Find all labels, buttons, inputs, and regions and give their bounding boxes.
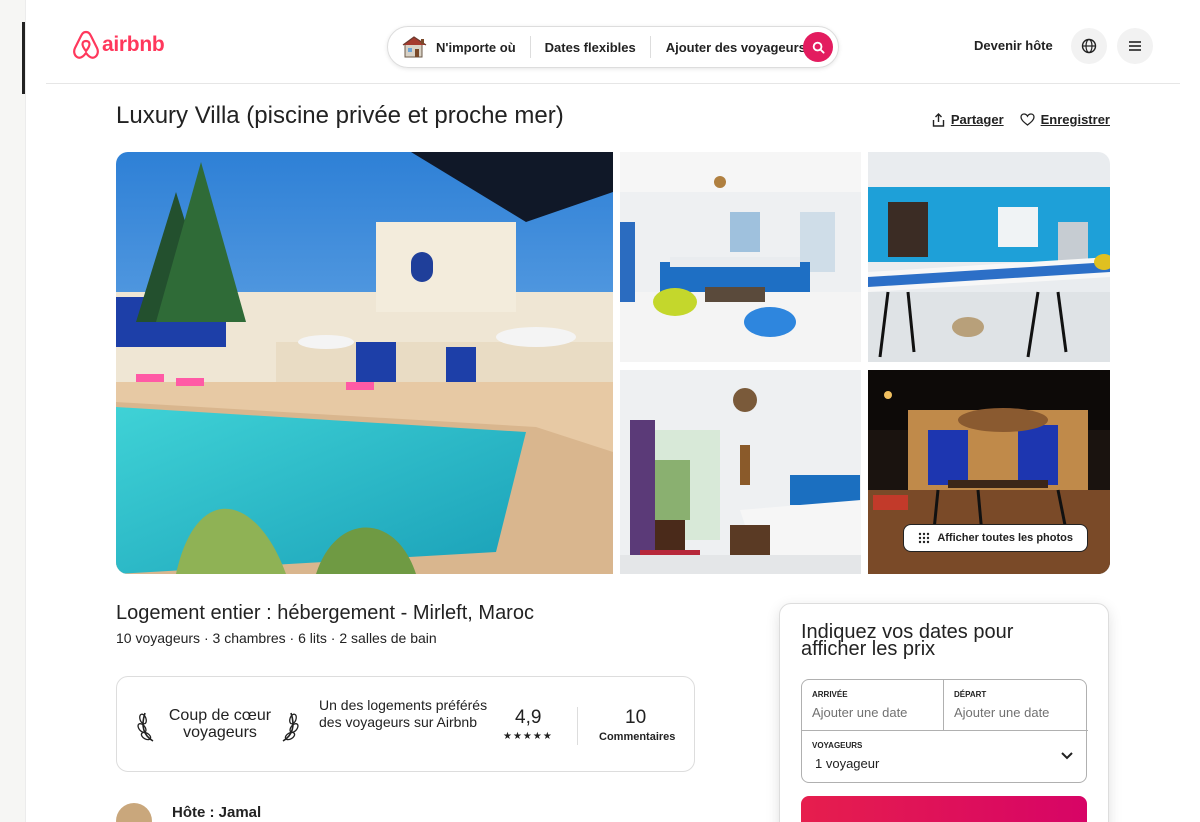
reviews-label: Commentaires [599, 731, 676, 743]
menu-icon [1129, 41, 1141, 51]
search-when-label: Dates flexibles [544, 39, 636, 55]
booking-date-picker: ARRIVÉE Ajouter une date DÉPART Ajouter … [801, 679, 1088, 784]
airbnb-logo[interactable]: airbnb [72, 30, 165, 60]
show-all-photos-label: Afficher toutes les photos [937, 532, 1073, 544]
listing-actions: Partager Enregistrer [932, 112, 1110, 127]
host-label: Hôte : Jamal [172, 804, 262, 821]
photo-living-room[interactable] [620, 152, 861, 362]
window-left-edge [0, 0, 26, 822]
booking-card: Indiquez vos dates pour afficher les pri… [779, 603, 1109, 822]
share-icon [932, 112, 945, 127]
photo-kitchen[interactable] [868, 152, 1110, 362]
save-label: Enregistrer [1040, 112, 1110, 127]
search-who[interactable]: Ajouter des voyageurs [651, 27, 806, 67]
checkout-field[interactable]: DÉPART Ajouter une date [944, 680, 1088, 730]
search-bar[interactable]: N'importe où Dates flexibles Ajouter des… [387, 26, 839, 68]
listing-title: Luxury Villa (piscine privée et proche m… [116, 102, 564, 129]
detail-bedrooms: 3 chambres [200, 630, 286, 646]
chevron-down-icon [1061, 752, 1073, 760]
become-host-link[interactable]: Devenir hôte [974, 38, 1053, 53]
main-menu-button[interactable] [1117, 28, 1153, 64]
search-who-label: Ajouter des voyageurs [665, 39, 806, 55]
photo-gallery: Afficher toutes les photos [116, 152, 1110, 574]
rating-divider [577, 707, 578, 745]
globe-icon [1081, 38, 1097, 54]
reviews-count: 10 [625, 707, 647, 728]
language-button[interactable] [1071, 28, 1107, 64]
airbnb-logo-icon [73, 30, 99, 59]
brand-name: airbnb [102, 33, 165, 56]
save-button[interactable]: Enregistrer [1019, 112, 1110, 127]
search-button[interactable] [803, 32, 833, 62]
rating-stars: ★★★★★ [503, 731, 553, 742]
guests-label: VOYAGEURS [812, 741, 863, 750]
show-all-photos-button[interactable]: Afficher toutes les photos [903, 524, 1088, 552]
guest-favorite-title: Coup de cœur voyageurs [168, 707, 272, 741]
guests-value: 1 voyageur [815, 756, 880, 771]
window-left-marker [22, 22, 25, 94]
heart-icon [1019, 113, 1035, 126]
detail-guests: 10 voyageurs [116, 630, 201, 646]
search-icon [812, 41, 825, 54]
search-when[interactable]: Dates flexibles [531, 27, 650, 67]
top-navigation-bar: airbnb N'importe où Dates flexibles Ajou… [46, 0, 1180, 84]
share-button[interactable]: Partager [932, 112, 1004, 127]
grid-dots-icon [919, 532, 930, 544]
checkout-value: Ajouter une date [954, 705, 1050, 720]
checkin-field[interactable]: ARRIVÉE Ajouter une date [802, 680, 944, 730]
listing-details: 10 voyageurs3 chambres6 lits2 salles de … [116, 630, 437, 646]
host-avatar[interactable] [116, 803, 152, 822]
search-where-label: N'importe où [436, 39, 516, 55]
share-label: Partager [950, 112, 1004, 127]
search-where[interactable]: N'importe où [388, 27, 530, 67]
check-availability-button[interactable] [801, 796, 1087, 822]
checkout-label: DÉPART [954, 690, 987, 699]
checkin-label: ARRIVÉE [812, 690, 848, 699]
rating-value: 4,9 [515, 707, 542, 728]
guests-select[interactable]: VOYAGEURS 1 voyageur [802, 730, 1088, 784]
booking-title: Indiquez vos dates pour afficher les pri… [801, 621, 1014, 660]
house-icon [402, 36, 427, 58]
photo-bedroom[interactable] [620, 370, 861, 574]
guest-favorite-description: Un des logements préférés des voyageurs … [319, 697, 488, 730]
laurel-left-icon [137, 712, 154, 742]
detail-beds: 6 lits [286, 630, 327, 646]
photo-main-pool[interactable] [116, 152, 613, 574]
checkin-value: Ajouter une date [812, 705, 908, 720]
guest-favorite-card[interactable]: Coup de cœur voyageurs Un des logements … [116, 676, 695, 772]
laurel-right-icon [282, 712, 299, 742]
detail-bathrooms: 2 salles de bain [327, 630, 437, 646]
listing-subtitle: Logement entier : hébergement - Mirleft,… [116, 602, 534, 624]
